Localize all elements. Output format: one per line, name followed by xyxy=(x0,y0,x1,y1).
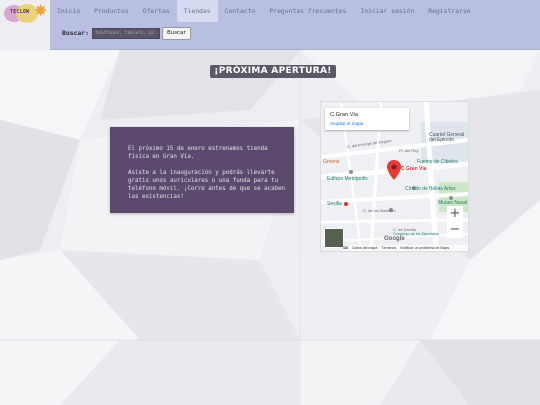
map-data-link[interactable]: Datos del mapa xyxy=(352,246,377,250)
navbar: Inicio Productos Ofertas Tiendas Contact… xyxy=(50,0,540,50)
search-button[interactable]: Buscar xyxy=(161,26,191,40)
nav-item-login[interactable]: Iniciar sesión xyxy=(353,0,421,22)
map-label: Edificio Metrópolis xyxy=(327,176,368,182)
search-form: Buscar: teléfonos, tablets, pc... Buscar xyxy=(62,26,191,40)
logo-text: TECLOW xyxy=(10,9,30,15)
announcement-card: El próximo 15 de enero estrenamos tienda… xyxy=(110,127,294,213)
marker-label: C.Gran Vía xyxy=(401,166,427,172)
enlarge-map-link[interactable]: Ampliar el mapa xyxy=(330,121,363,126)
map-label: Cuartel General del Ejército xyxy=(429,132,465,143)
nav-menu: Inicio Productos Ofertas Tiendas Contact… xyxy=(50,0,478,24)
announcement-text: El próximo 15 de enero estrenamos tienda… xyxy=(128,146,268,160)
nav-item-productos[interactable]: Productos xyxy=(87,0,136,22)
sparkle-icon: ✸ xyxy=(34,1,48,20)
map-label: Fuente de Cibeles xyxy=(417,159,458,165)
nav-item-register[interactable]: Registrarse xyxy=(421,0,477,22)
search-input[interactable]: teléfonos, tablets, pc... xyxy=(91,27,160,39)
map-label: Pl. del Rey xyxy=(399,148,419,153)
nav-item-faq[interactable]: Preguntas frecuentes xyxy=(262,0,353,22)
nav-item-ofertas[interactable]: Ofertas xyxy=(136,0,177,22)
map-label: C. de los Madrazo xyxy=(363,208,396,213)
map-footer: ⌨ Datos del mapa Términos Notificar un p… xyxy=(343,245,468,251)
map-info-window: C.Gran Vía Ampliar el mapa xyxy=(325,108,409,130)
map-label: Greens xyxy=(323,159,340,165)
nav-item-contacto[interactable]: Contacto xyxy=(218,0,263,22)
logo[interactable]: ✸ TECLOW xyxy=(2,1,48,23)
page-title: ¡PRÓXIMA APERTURA! xyxy=(210,65,336,78)
zoom-in-button[interactable]: + xyxy=(447,206,463,222)
satellite-toggle[interactable] xyxy=(324,228,344,248)
map-label: Sevilla xyxy=(327,201,342,207)
map-label: Círculo de Bellas Artes xyxy=(405,186,456,192)
map-terms-link[interactable]: Términos xyxy=(381,246,396,250)
header: ✸ TECLOW Inicio Productos Ofertas Tienda… xyxy=(0,0,540,50)
map-marker-icon[interactable] xyxy=(387,160,401,180)
zoom-out-button[interactable]: − xyxy=(447,222,463,238)
nav-item-inicio[interactable]: Inicio xyxy=(50,0,87,22)
store-map[interactable]: Cuartel General del Ejército C. del Prín… xyxy=(320,101,469,252)
google-logo: Google xyxy=(384,236,405,242)
map-place-title: C.Gran Vía xyxy=(330,112,358,118)
announcement-text: Asiste a la inauguración y podrás llevar… xyxy=(128,170,286,200)
keyboard-icon[interactable]: ⌨ xyxy=(343,246,348,250)
search-label: Buscar: xyxy=(62,29,89,37)
nav-item-tiendas[interactable]: Tiendas xyxy=(176,0,218,22)
map-report-link[interactable]: Notificar un problema de Maps xyxy=(400,246,449,250)
